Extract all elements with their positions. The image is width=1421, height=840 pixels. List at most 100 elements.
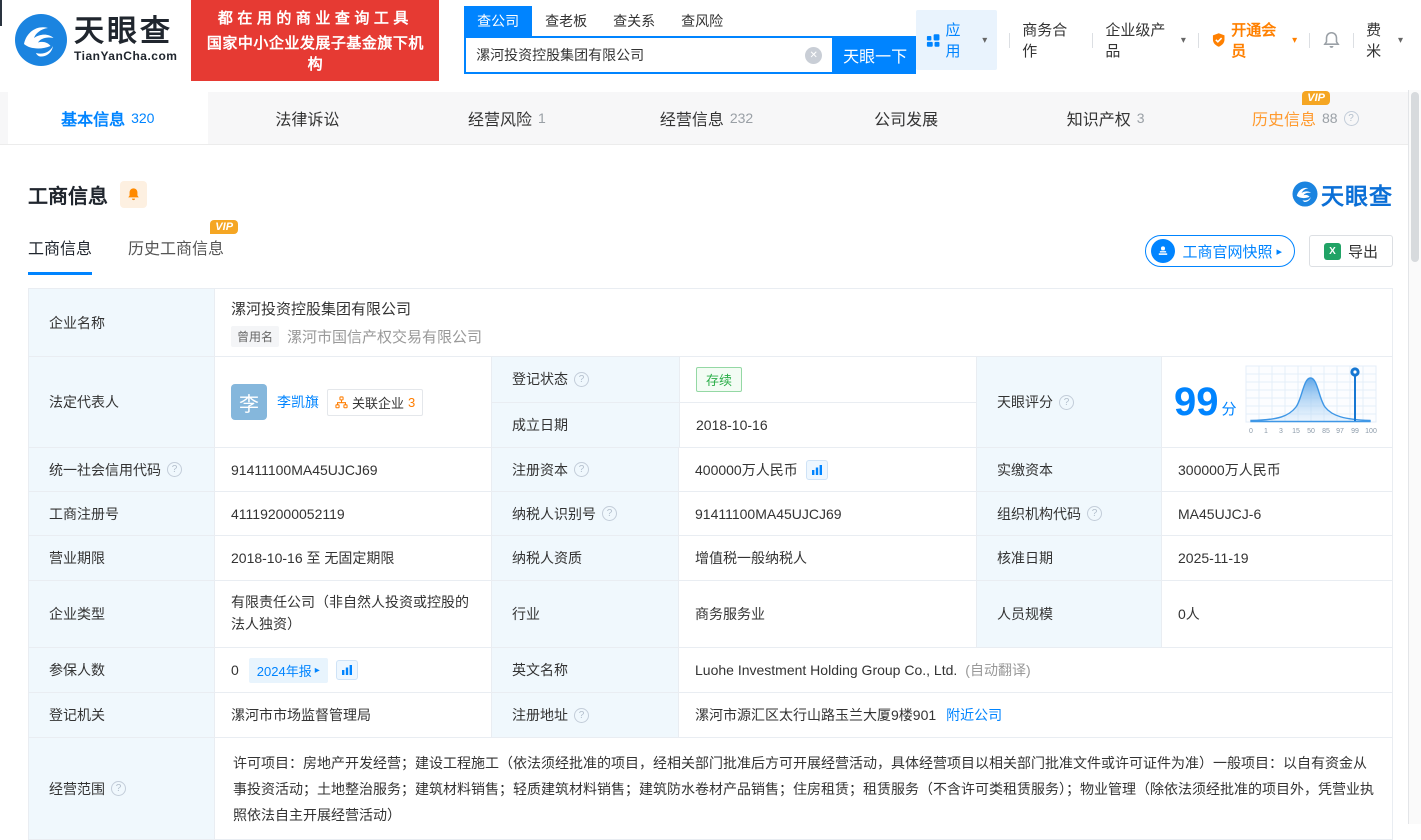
tax-quality-label: 纳税人资质	[512, 550, 582, 566]
paid-capital-label-cell: 实缴资本	[976, 448, 1161, 491]
tab-intellectual-property[interactable]: 知识产权 3	[1006, 92, 1206, 144]
tax-quality-label-cell: 纳税人资质	[491, 536, 678, 580]
search-button[interactable]: 天眼一下	[834, 36, 917, 74]
address-value: 漯河市源汇区太行山路玉兰大厦9楼901	[695, 707, 937, 723]
subtab-business-registration[interactable]: 工商信息	[28, 235, 93, 275]
authority-label-cell: 登记机关	[29, 693, 214, 737]
table-row: 工商注册号 411192000052119 纳税人识别号 ? 91411100M…	[29, 491, 1392, 535]
tab-legal-proceedings[interactable]: 法律诉讼	[208, 92, 408, 144]
chevron-down-icon: ▾	[982, 34, 988, 46]
tab-basic-info[interactable]: 基本信息 320	[8, 92, 208, 144]
help-icon[interactable]: ?	[1343, 110, 1359, 126]
search-tabs: 查公司 查老板 查关系 查风险	[464, 6, 916, 36]
tab-label: 公司发展	[874, 112, 939, 129]
subtab-history-registration[interactable]: 历史工商信息 VIP	[128, 220, 239, 275]
x-axis-ticks: 0 1 3 15 50 85 97 99 100	[1249, 428, 1377, 435]
help-icon[interactable]: ?	[167, 462, 182, 477]
english-name-value: Luohe Investment Holding Group Co., Ltd.	[695, 662, 958, 678]
search-tab-company[interactable]: 查公司	[464, 6, 533, 36]
score-distribution-chart[interactable]: 0 1 3 15 50 85 97 99 100	[1243, 363, 1379, 441]
nav-divider	[1009, 32, 1011, 48]
export-button[interactable]: X 导出	[1308, 235, 1393, 267]
org-code-cell: MA45UJCJ-6	[1161, 492, 1394, 535]
credit-code-label: 统一社会信用代码	[49, 461, 161, 478]
industry-label-cell: 行业	[491, 581, 678, 647]
nav-enterprise[interactable]: 企业级产品 ▾	[1105, 19, 1186, 61]
insured-chart-icon[interactable]	[335, 660, 358, 680]
chevron-down-icon: ▾	[1292, 34, 1298, 46]
industry-label: 行业	[512, 606, 540, 622]
industry-cell: 商务服务业	[678, 581, 976, 647]
export-label: 导出	[1347, 243, 1378, 261]
reg-no-label: 工商注册号	[49, 505, 119, 522]
nav-apps[interactable]: 应用 ▾	[916, 10, 998, 70]
table-row: 统一社会信用代码 ? 91411100MA45UJCJ69 注册资本 ? 400…	[29, 447, 1392, 491]
nearby-companies-link[interactable]: 附近公司	[946, 705, 1002, 725]
reg-no-value: 411192000052119	[231, 505, 345, 522]
establish-date-cell: 2018-10-16	[679, 402, 977, 447]
search-tab-boss[interactable]: 查老板	[532, 6, 600, 36]
tianyancha-swirl-icon	[15, 14, 67, 66]
related-companies-badge[interactable]: 关联企业 3	[327, 388, 424, 416]
tianyancha-swirl-icon	[1292, 181, 1318, 207]
chevron-down-icon: ▾	[1397, 34, 1403, 46]
search-tab-relation[interactable]: 查关系	[600, 6, 668, 36]
score-number: 99	[1174, 380, 1219, 424]
table-row: 登记机关 漯河市市场监督管理局 注册地址 ? 漯河市源汇区太行山路玉兰大厦9楼9…	[29, 692, 1392, 737]
approval-date-label-cell: 核准日期	[976, 536, 1161, 580]
subscribe-bell-button[interactable]	[120, 180, 147, 208]
tab-company-development[interactable]: 公司发展	[806, 92, 1006, 144]
table-row: 营业期限 2018-10-16 至 无固定期限 纳税人资质 增值税一般纳税人 核…	[29, 535, 1392, 580]
credit-code-cell: 91411100MA45UJCJ69	[214, 448, 491, 491]
org-code-label-cell: 组织机构代码 ?	[976, 492, 1161, 535]
address-label: 注册地址	[512, 707, 568, 723]
legal-rep-link[interactable]: 李凯旗	[277, 392, 319, 412]
tab-label: 经营信息	[659, 112, 724, 129]
score-label: 天眼评分	[997, 394, 1053, 410]
watermark-brand: 天眼查	[1292, 177, 1393, 211]
crown-icon	[1212, 33, 1225, 47]
tab-operational-risk[interactable]: 经营风险 1	[407, 92, 607, 144]
nav-open-membership[interactable]: 开通会员 ▾	[1211, 19, 1297, 61]
help-icon[interactable]: ?	[111, 781, 126, 796]
legal-rep-cell: 李 李凯旗 关联企业 3	[214, 357, 491, 447]
nav-apps-label: 应用	[945, 22, 961, 60]
help-icon[interactable]: ?	[574, 462, 589, 477]
svg-text:99: 99	[1351, 428, 1359, 435]
tab-count: 320	[131, 110, 155, 126]
annual-report-badge[interactable]: 2024年报 ▸	[248, 657, 328, 683]
approval-date-label: 核准日期	[997, 550, 1053, 566]
tab-label: 法律诉讼	[275, 112, 340, 129]
help-icon[interactable]: ?	[1059, 394, 1074, 410]
search-tab-risk[interactable]: 查风险	[668, 6, 736, 36]
grid-icon	[927, 33, 940, 47]
help-icon[interactable]: ?	[574, 371, 589, 387]
business-info-table: 企业名称 漯河投资控股集团有限公司 曾用名 漯河市国信产权交易有限公司 法定代表…	[28, 288, 1393, 840]
approval-date-cell: 2025-11-19	[1161, 536, 1394, 580]
nav-cooperation[interactable]: 商务合作	[1022, 19, 1080, 61]
scrollbar-thumb[interactable]	[1411, 92, 1419, 262]
term-label-cell: 营业期限	[29, 536, 214, 580]
search-input[interactable]	[476, 47, 806, 63]
help-icon[interactable]: ?	[574, 707, 589, 723]
tab-count: 88	[1321, 110, 1338, 126]
site-logo[interactable]: 天眼查 TianYanCha.com	[14, 13, 177, 67]
svg-text:50: 50	[1307, 428, 1315, 435]
vip-badge: VIP	[210, 220, 239, 234]
help-icon[interactable]: ?	[602, 506, 617, 521]
capital-chart-icon[interactable]	[805, 459, 828, 480]
notifications-bell[interactable]	[1322, 31, 1341, 50]
nav-divider	[1353, 32, 1355, 48]
nav-user[interactable]: 费米 ▾	[1366, 19, 1403, 61]
help-icon[interactable]: ?	[1087, 506, 1102, 521]
industry-value: 商务服务业	[695, 606, 765, 622]
tab-history-info[interactable]: 历史信息 VIP 88 ?	[1205, 91, 1405, 144]
tab-business-info[interactable]: 经营信息 232	[607, 92, 807, 144]
org-code-label: 组织机构代码	[997, 505, 1081, 522]
company-name-label: 企业名称	[29, 289, 214, 356]
scrollbar[interactable]	[1408, 90, 1421, 824]
avatar[interactable]: 李	[231, 384, 267, 420]
slogan-line2: 国家中小企业发展子基金旗下机构	[206, 34, 424, 73]
official-snapshot-button[interactable]: 工商官网快照 ▸	[1145, 235, 1295, 267]
clear-search-icon[interactable]: ✕	[805, 46, 823, 64]
